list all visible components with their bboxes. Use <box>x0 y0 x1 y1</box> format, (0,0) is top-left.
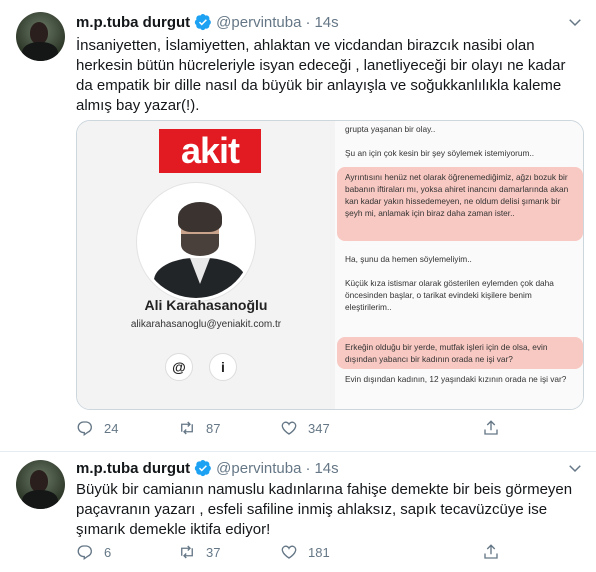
chevron-down-icon[interactable] <box>566 459 584 477</box>
tweet-timestamp[interactable]: 14s <box>314 460 338 477</box>
like-button[interactable]: 347 <box>280 418 330 438</box>
avatar[interactable] <box>16 12 65 61</box>
article-paragraph: Erkeğin olduğu bir yerde, mutfak işleri … <box>345 342 548 364</box>
like-icon <box>281 421 297 435</box>
columnist-name: Ali Karahasanoğlu <box>144 297 268 313</box>
reply-button[interactable]: 24 <box>76 418 118 438</box>
article-paragraph: Küçük kıza istismar olarak gösterilen ey… <box>345 278 554 312</box>
verified-badge-icon <box>194 459 212 477</box>
article-paragraph: Ayrıntısını henüz net olarak öğrenemediğ… <box>345 172 569 218</box>
retweet-icon <box>181 545 193 559</box>
avatar[interactable] <box>16 460 65 509</box>
separator-dot: · <box>305 459 311 477</box>
info-icon: i <box>209 353 237 381</box>
tweet-actions: 24 87 347 <box>76 418 516 438</box>
tweet-header: m.p.tuba durgut @pervintuba · 14s <box>76 458 339 478</box>
like-icon <box>281 545 297 559</box>
retweet-count: 37 <box>206 544 221 560</box>
article-paragraph: Evin dışından kadının, 12 yaşındaki kızı… <box>345 374 567 384</box>
article-paragraph: Şu an için çok kesin bir şey söylemek is… <box>345 148 535 158</box>
at-icon: @ <box>165 353 193 381</box>
tweet-text: Büyük bir camianın namuslu kadınlarına f… <box>76 481 573 538</box>
retweet-count: 87 <box>206 420 221 436</box>
author-name[interactable]: m.p.tuba durgut <box>76 460 190 477</box>
share-button[interactable] <box>482 542 510 562</box>
tweet[interactable]: m.p.tuba durgut @pervintuba · 14s Büyük … <box>0 452 596 572</box>
share-button[interactable] <box>482 418 510 438</box>
tweet-timestamp[interactable]: 14s <box>314 14 338 31</box>
like-button[interactable]: 181 <box>280 542 330 562</box>
retweet-button[interactable]: 37 <box>178 542 220 562</box>
columnist-card: akit Ali Karahasanoğlu alikarahasanoglu@… <box>77 121 335 409</box>
tweet[interactable]: m.p.tuba durgut @pervintuba · 14s İnsani… <box>0 0 596 452</box>
chevron-down-icon[interactable] <box>566 13 584 31</box>
tweet-header: m.p.tuba durgut @pervintuba · 14s <box>76 12 339 32</box>
article-excerpt: grupta yaşanan bir olay.. Şu an için çok… <box>335 121 583 409</box>
tweet-text: İnsaniyetten, İslamiyetten, ahlaktan ve … <box>76 37 566 114</box>
author-handle[interactable]: @pervintuba <box>216 460 301 477</box>
reply-count: 6 <box>104 544 112 560</box>
reply-icon <box>77 421 92 437</box>
tweet-media-image[interactable]: akit Ali Karahasanoğlu alikarahasanoglu@… <box>76 120 584 410</box>
author-handle[interactable]: @pervintuba <box>216 14 301 31</box>
retweet-icon <box>181 421 193 435</box>
akit-logo: akit <box>159 129 261 173</box>
reply-count: 24 <box>104 420 119 436</box>
tweet-actions: 6 37 181 <box>76 542 516 562</box>
author-name[interactable]: m.p.tuba durgut <box>76 14 190 31</box>
like-count: 181 <box>308 544 330 560</box>
retweet-button[interactable]: 87 <box>178 418 220 438</box>
separator-dot: · <box>305 13 311 31</box>
columnist-photo <box>137 183 255 301</box>
verified-badge-icon <box>194 13 212 31</box>
share-icon <box>484 420 498 435</box>
columnist-email: alikarahasanoglu@yeniakit.com.tr <box>130 319 282 330</box>
like-count: 347 <box>308 420 330 436</box>
article-paragraph: grupta yaşanan bir olay.. <box>345 124 436 134</box>
share-icon <box>484 544 498 559</box>
reply-button[interactable]: 6 <box>76 542 111 562</box>
reply-icon <box>77 545 92 561</box>
article-paragraph: Ha, şunu da hemen söylemeliyim.. <box>345 254 472 264</box>
